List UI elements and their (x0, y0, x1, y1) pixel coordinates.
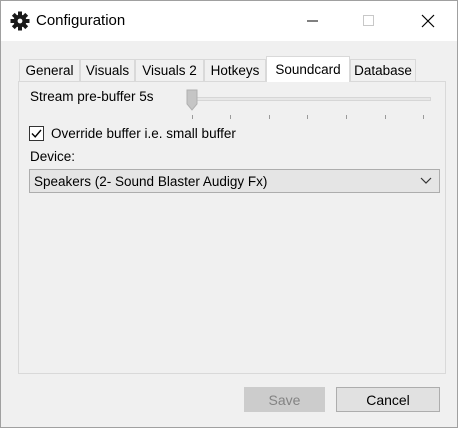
buffer-slider-thumb[interactable] (186, 89, 198, 111)
checkmark-icon (31, 129, 42, 138)
close-icon (421, 14, 435, 28)
chevron-down-icon (420, 177, 432, 184)
title-bar[interactable]: Configuration (1, 1, 457, 41)
minimize-icon (307, 20, 318, 22)
tab-hotkeys[interactable]: Hotkeys (204, 59, 266, 81)
slider-tick (192, 115, 193, 119)
device-select-value: Speakers (2- Sound Blaster Audigy Fx) (34, 174, 268, 189)
slider-tick (385, 115, 386, 119)
tab-visuals[interactable]: Visuals (80, 59, 135, 81)
save-button[interactable]: Save (244, 387, 325, 412)
buffer-label: Stream pre-buffer 5s (30, 89, 154, 104)
slider-tick (269, 115, 270, 119)
device-label: Device: (30, 149, 76, 164)
close-button[interactable] (400, 1, 456, 41)
window-title: Configuration (36, 12, 126, 29)
tab-database[interactable]: Database (350, 59, 416, 81)
tab-visuals-2[interactable]: Visuals 2 (135, 59, 204, 81)
slider-tick (423, 115, 424, 119)
gear-icon (10, 11, 30, 31)
override-buffer-label[interactable]: Override buffer i.e. small buffer (51, 126, 236, 141)
slider-tick (307, 115, 308, 119)
minimize-button[interactable] (285, 1, 341, 41)
cancel-button[interactable]: Cancel (336, 387, 440, 412)
maximize-button[interactable] (341, 1, 397, 41)
tab-general[interactable]: General (19, 59, 80, 81)
slider-tick (346, 115, 347, 119)
tab-soundcard[interactable]: Soundcard (266, 56, 350, 82)
override-buffer-checkbox[interactable] (29, 126, 44, 141)
configuration-window: Configuration General Visuals Visuals 2 … (0, 0, 458, 428)
maximize-icon (363, 15, 374, 26)
slider-tick (230, 115, 231, 119)
device-select[interactable]: Speakers (2- Sound Blaster Audigy Fx) (29, 169, 440, 193)
soundcard-panel (18, 81, 446, 374)
buffer-slider-track[interactable] (191, 97, 431, 101)
